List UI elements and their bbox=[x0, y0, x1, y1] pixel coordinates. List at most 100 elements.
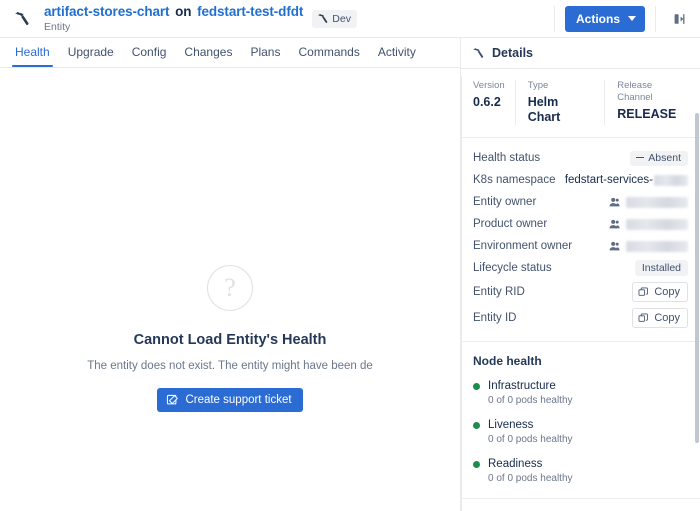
copy-entity-rid-label: Copy bbox=[654, 286, 680, 298]
hammer-icon bbox=[472, 48, 484, 58]
field-entity-rid-label: Entity RID bbox=[473, 286, 525, 298]
field-environment-owner: Environment owner bbox=[473, 235, 688, 257]
meta-type: Type Helm Chart bbox=[514, 80, 605, 125]
details-panel-title: Details bbox=[492, 46, 533, 60]
field-environment-owner-label: Environment owner bbox=[473, 240, 573, 252]
title-conjunction: on bbox=[175, 3, 192, 19]
meta-release-channel: Release Channel RELEASE bbox=[604, 80, 700, 125]
tab-changes[interactable]: Changes bbox=[175, 45, 241, 67]
node-health-section: Node health Infrastructure 0 of 0 pods h… bbox=[461, 342, 700, 499]
question-mark-icon: ? bbox=[207, 265, 253, 311]
details-panel-scrollbar[interactable] bbox=[695, 113, 699, 443]
node-health-item-detail: 0 of 0 pods healthy bbox=[488, 395, 573, 406]
top-header-bar: artifact-stores-chart on fedstart-test-d… bbox=[0, 0, 700, 38]
k8s-namespace-text: fedstart-services- bbox=[564, 174, 653, 186]
field-k8s-namespace: K8s namespace fedstart-services- bbox=[473, 169, 688, 191]
header-divider bbox=[553, 5, 555, 32]
field-entity-owner-value bbox=[608, 196, 688, 209]
meta-version-value: 0.6.2 bbox=[473, 95, 501, 109]
environment-badge-label: Dev bbox=[332, 12, 351, 25]
node-health-item: Readiness 0 of 0 pods healthy bbox=[473, 457, 688, 485]
field-entity-rid: Entity RID Copy bbox=[473, 279, 688, 305]
copy-entity-id-button[interactable]: Copy bbox=[632, 308, 688, 328]
empty-state: ? Cannot Load Entity's Health The entity… bbox=[0, 265, 460, 412]
meta-release-channel-value: RELEASE bbox=[617, 107, 677, 121]
redacted-text bbox=[626, 240, 688, 252]
details-field-list: Health status Absent K8s namespace fedst… bbox=[461, 138, 700, 342]
tab-health[interactable]: Health bbox=[6, 45, 59, 67]
user-group-icon bbox=[609, 241, 620, 250]
create-support-ticket-button[interactable]: Create support ticket bbox=[157, 388, 303, 412]
node-health-item: Liveness 0 of 0 pods healthy bbox=[473, 418, 688, 446]
entity-name-link[interactable]: artifact-stores-chart bbox=[44, 4, 170, 19]
user-group-icon bbox=[609, 197, 620, 206]
maintenance-window-section: Maintenance window Open bbox=[461, 499, 700, 511]
tab-bar: Health Upgrade Config Changes Plans Comm… bbox=[0, 38, 460, 68]
header-divider-2 bbox=[655, 5, 656, 32]
actions-button-label: Actions bbox=[575, 11, 620, 26]
tab-activity[interactable]: Activity bbox=[369, 45, 425, 67]
details-meta-row: Version 0.6.2 Type Helm Chart Release Ch… bbox=[461, 69, 700, 138]
field-k8s-namespace-label: K8s namespace bbox=[473, 174, 556, 186]
node-health-item-detail: 0 of 0 pods healthy bbox=[488, 434, 573, 445]
create-support-ticket-label: Create support ticket bbox=[185, 394, 292, 406]
environment-badge[interactable]: Dev bbox=[312, 9, 357, 28]
node-health-item-detail: 0 of 0 pods healthy bbox=[488, 473, 573, 484]
field-entity-owner: Entity owner bbox=[473, 191, 688, 213]
field-product-owner: Product owner bbox=[473, 213, 688, 235]
compose-icon bbox=[167, 394, 179, 404]
tab-plans[interactable]: Plans bbox=[241, 45, 289, 67]
panel-toggle-button[interactable] bbox=[666, 5, 692, 32]
copy-entity-rid-button[interactable]: Copy bbox=[632, 282, 688, 302]
copy-icon bbox=[638, 313, 649, 322]
empty-state-description: The entity does not exist. The entity mi… bbox=[87, 360, 373, 372]
copy-icon bbox=[638, 287, 649, 296]
app-root: artifact-stores-chart on fedstart-test-d… bbox=[0, 0, 700, 511]
app-logo bbox=[6, 4, 36, 34]
page-title: artifact-stores-chart on fedstart-test-d… bbox=[44, 4, 303, 20]
node-health-item-name: Readiness bbox=[488, 458, 543, 470]
tab-commands[interactable]: Commands bbox=[289, 45, 368, 67]
field-lifecycle-status: Lifecycle status Installed bbox=[473, 257, 688, 279]
field-environment-owner-value bbox=[608, 240, 688, 253]
status-badge-installed: Installed bbox=[634, 260, 688, 276]
status-dot-icon bbox=[473, 422, 480, 429]
field-entity-id-label: Entity ID bbox=[473, 312, 517, 324]
actions-button[interactable]: Actions bbox=[564, 5, 645, 32]
empty-state-title: Cannot Load Entity's Health bbox=[133, 332, 327, 348]
details-scroll-area: Version 0.6.2 Type Helm Chart Release Ch… bbox=[461, 69, 700, 511]
user-group-icon bbox=[609, 219, 620, 228]
field-health-status-label: Health status bbox=[473, 152, 541, 164]
status-badge-absent-label: Absent bbox=[648, 151, 681, 164]
status-dot-icon bbox=[473, 461, 480, 468]
node-health-title: Node health bbox=[473, 354, 542, 368]
node-health-item: Infrastructure 0 of 0 pods healthy bbox=[473, 379, 688, 407]
details-panel-header: Details bbox=[461, 38, 700, 69]
node-health-item-name: Liveness bbox=[488, 419, 534, 431]
details-panel: Details Version 0.6.2 Type Helm Chart Re… bbox=[460, 38, 700, 511]
copy-entity-id-label: Copy bbox=[654, 312, 680, 324]
field-lifecycle-status-label: Lifecycle status bbox=[473, 262, 552, 274]
status-badge-absent: Absent bbox=[630, 150, 688, 166]
meta-release-channel-label: Release Channel bbox=[617, 80, 653, 103]
main-content-area: ? Cannot Load Entity's Health The entity… bbox=[0, 69, 460, 511]
hammer-icon bbox=[14, 11, 29, 25]
redacted-text bbox=[654, 174, 688, 186]
hammer-icon bbox=[317, 13, 328, 23]
field-entity-owner-label: Entity owner bbox=[473, 196, 537, 208]
field-product-owner-value bbox=[608, 218, 688, 231]
panel-collapse-icon bbox=[674, 13, 685, 24]
tab-upgrade[interactable]: Upgrade bbox=[59, 45, 123, 67]
redacted-text bbox=[626, 196, 688, 208]
meta-type-label: Type bbox=[527, 80, 549, 91]
field-product-owner-label: Product owner bbox=[473, 218, 548, 230]
field-health-status: Health status Absent bbox=[473, 147, 688, 169]
environment-name-link[interactable]: fedstart-test-dfdt bbox=[197, 4, 303, 19]
chevron-down-icon bbox=[628, 16, 636, 21]
tab-config[interactable]: Config bbox=[123, 45, 176, 67]
redacted-text bbox=[626, 218, 688, 230]
node-health-item-name: Infrastructure bbox=[488, 380, 556, 392]
minus-icon bbox=[636, 156, 645, 159]
page-subtitle: Entity bbox=[44, 20, 71, 33]
field-entity-id: Entity ID Copy bbox=[473, 305, 688, 331]
